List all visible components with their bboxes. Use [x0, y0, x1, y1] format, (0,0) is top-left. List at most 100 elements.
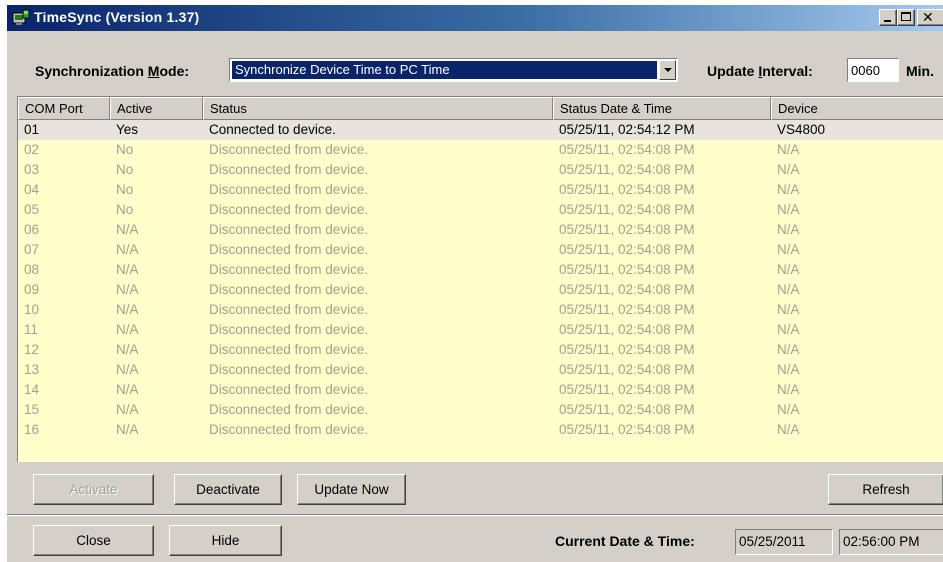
- column-header-status[interactable]: Status: [203, 97, 553, 120]
- cell-com-port: 04: [24, 182, 40, 197]
- column-header-status-datetime[interactable]: Status Date & Time: [553, 97, 771, 120]
- cell-status-datetime: 05/25/11, 02:54:08 PM: [559, 162, 695, 177]
- cell-status-datetime: 05/25/11, 02:54:08 PM: [559, 402, 695, 417]
- cell-device: N/A: [777, 242, 800, 257]
- close-icon: ✕: [922, 9, 934, 25]
- table-row[interactable]: 11 N/A Disconnected from device. 05/25/11, …: [18, 320, 943, 340]
- cell-com-port: 16: [24, 422, 40, 437]
- table-row[interactable]: 12 N/A Disconnected from device. 05/25/11, …: [18, 340, 943, 360]
- table-row[interactable]: 05 No Disconnected from device. 05/25/11, 0…: [18, 200, 943, 220]
- title-bar[interactable]: TimeSync (Version 1.37) ✕: [7, 5, 943, 31]
- cell-com-port: 10: [24, 302, 40, 317]
- cell-status: Disconnected from device.: [209, 302, 369, 317]
- table-row[interactable]: 16 N/A Disconnected from device. 05/25/11, …: [18, 420, 943, 440]
- maximize-icon: [901, 12, 911, 21]
- minimize-button[interactable]: [879, 9, 897, 26]
- cell-com-port: 08: [24, 262, 40, 277]
- table-row[interactable]: 03 No Disconnected from device. 05/25/11, 0…: [18, 160, 943, 180]
- table-row[interactable]: 09 N/A Disconnected from device. 05/25/11, …: [18, 280, 943, 300]
- cell-active: N/A: [116, 242, 139, 257]
- close-window-button[interactable]: ✕: [917, 9, 943, 26]
- cell-com-port: 03: [24, 162, 40, 177]
- cell-status: Disconnected from device.: [209, 182, 369, 197]
- cell-status: Disconnected from device.: [209, 362, 369, 377]
- com-port-list[interactable]: COM Port Active Status Status Date & Tim…: [17, 96, 943, 462]
- cell-com-port: 02: [24, 142, 40, 157]
- table-row[interactable]: 02 No Disconnected from device. 05/25/11, 0…: [18, 140, 943, 160]
- column-header-active[interactable]: Active: [110, 97, 203, 120]
- table-row[interactable]: 14 N/A Disconnected from device. 05/25/11, …: [18, 380, 943, 400]
- cell-status-datetime: 05/25/11, 02:54:08 PM: [559, 142, 695, 157]
- cell-active: N/A: [116, 222, 139, 237]
- cell-status: Disconnected from device.: [209, 402, 369, 417]
- window-title: TimeSync (Version 1.37): [34, 9, 200, 25]
- cell-status-datetime: 05/25/11, 02:54:08 PM: [559, 282, 695, 297]
- cell-com-port: 14: [24, 382, 40, 397]
- cell-com-port: 07: [24, 242, 40, 257]
- table-row[interactable]: 08 N/A Disconnected from device. 05/25/11, …: [18, 260, 943, 280]
- cell-status: Disconnected from device.: [209, 162, 369, 177]
- list-header: COM Port Active Status Status Date & Tim…: [18, 97, 943, 120]
- cell-status-datetime: 05/25/11, 02:54:08 PM: [559, 302, 695, 317]
- current-time-field: 02:56:00 PM: [839, 529, 943, 555]
- update-now-button[interactable]: Update Now: [297, 474, 406, 505]
- cell-device: N/A: [777, 262, 800, 277]
- sync-mode-select[interactable]: Synchronize Device Time to PC Time: [229, 58, 678, 82]
- cell-active: N/A: [116, 262, 139, 277]
- refresh-button[interactable]: Refresh: [828, 474, 943, 505]
- close-button[interactable]: Close: [33, 525, 154, 556]
- cell-status: Disconnected from device.: [209, 342, 369, 357]
- cell-active: Yes: [116, 122, 139, 137]
- cell-device: N/A: [777, 342, 800, 357]
- cell-com-port: 15: [24, 402, 40, 417]
- cell-status: Disconnected from device.: [209, 202, 369, 217]
- cell-active: No: [116, 142, 134, 157]
- cell-status: Disconnected from device.: [209, 322, 369, 337]
- divider: [7, 514, 943, 516]
- activate-button[interactable]: Activate: [33, 474, 154, 505]
- cell-com-port: 01: [24, 122, 40, 137]
- cell-active: No: [116, 202, 134, 217]
- column-header-device[interactable]: Device: [771, 97, 943, 120]
- cell-active: N/A: [116, 342, 139, 357]
- cell-com-port: 11: [24, 322, 39, 337]
- cell-device: N/A: [777, 402, 800, 417]
- column-header-com-port[interactable]: COM Port: [18, 97, 110, 120]
- cell-status-datetime: 05/25/11, 02:54:08 PM: [559, 202, 695, 217]
- cell-device: N/A: [777, 182, 800, 197]
- cell-com-port: 05: [24, 202, 40, 217]
- cell-device: N/A: [777, 202, 800, 217]
- table-row[interactable]: 04 No Disconnected from device. 05/25/11, 0…: [18, 180, 943, 200]
- table-row[interactable]: 06 N/A Disconnected from device. 05/25/11, …: [18, 220, 943, 240]
- update-interval-input[interactable]: [847, 58, 899, 82]
- maximize-button[interactable]: [897, 9, 915, 26]
- cell-status: Disconnected from device.: [209, 422, 369, 437]
- cell-device: N/A: [777, 142, 800, 157]
- table-row[interactable]: 07 N/A Disconnected from device. 05/25/11, …: [18, 240, 943, 260]
- current-date-field: 05/25/2011: [735, 529, 833, 555]
- table-row[interactable]: 10 N/A Disconnected from device. 05/25/11, …: [18, 300, 943, 320]
- cell-com-port: 12: [24, 342, 40, 357]
- cell-active: N/A: [116, 282, 139, 297]
- cell-active: N/A: [116, 302, 139, 317]
- hide-button[interactable]: Hide: [169, 525, 282, 556]
- cell-active: No: [116, 162, 134, 177]
- cell-status-datetime: 05/25/11, 02:54:08 PM: [559, 322, 695, 337]
- table-row[interactable]: 13 N/A Disconnected from device. 05/25/11, …: [18, 360, 943, 380]
- cell-active: N/A: [116, 362, 139, 377]
- cell-device: N/A: [777, 162, 800, 177]
- cell-status: Disconnected from device.: [209, 262, 369, 277]
- interval-unit-label: Min.: [906, 63, 934, 79]
- deactivate-button[interactable]: Deactivate: [174, 474, 282, 505]
- cell-active: No: [116, 182, 134, 197]
- cell-status-datetime: 05/25/11, 02:54:08 PM: [559, 422, 695, 437]
- cell-status-datetime: 05/25/11, 02:54:08 PM: [559, 242, 695, 257]
- cell-device: VS4800: [777, 122, 826, 137]
- cell-active: N/A: [116, 322, 139, 337]
- table-row[interactable]: 15 N/A Disconnected from device. 05/25/11, …: [18, 400, 943, 420]
- sync-mode-dropdown-button[interactable]: [659, 60, 676, 80]
- cell-status: Disconnected from device.: [209, 222, 369, 237]
- chevron-down-icon: [664, 68, 672, 72]
- timesync-window: TimeSync (Version 1.37) ✕ Synchronizatio…: [6, 4, 943, 562]
- table-row[interactable]: 01 Yes Connected to device. 05/25/11, 02:54…: [18, 120, 943, 140]
